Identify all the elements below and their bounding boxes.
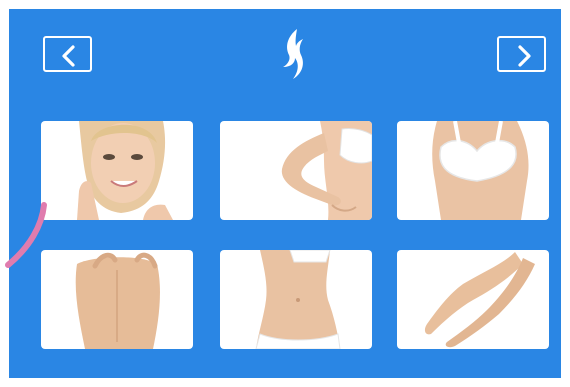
legs-area-image	[424, 252, 535, 348]
abdomen-area-tile[interactable]	[220, 250, 372, 349]
face-area-image	[77, 121, 173, 220]
chevron-right-icon	[518, 45, 531, 67]
chest-area-tile[interactable]	[397, 121, 549, 220]
legs-area-tile[interactable]	[397, 250, 549, 349]
previous-button[interactable]	[43, 36, 92, 72]
arm-area-image	[281, 121, 372, 220]
body-area-selection-screen	[9, 9, 561, 378]
chest-area-image	[432, 121, 529, 220]
arm-area-tile[interactable]	[220, 121, 372, 220]
face-area-tile[interactable]	[41, 121, 193, 220]
back-area-image	[75, 252, 160, 349]
abdomen-area-image	[255, 250, 341, 349]
back-area-tile[interactable]	[41, 250, 193, 349]
chevron-left-icon	[62, 45, 75, 67]
next-button[interactable]	[497, 36, 546, 72]
touch-trail-decoration	[5, 202, 47, 268]
woman-silhouette-logo	[277, 27, 313, 85]
